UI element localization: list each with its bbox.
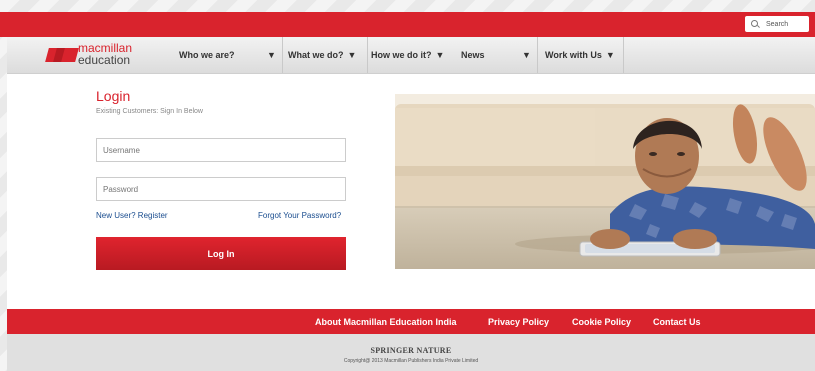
chevron-down-icon: ▼ bbox=[435, 50, 445, 60]
chevron-down-icon: ▼ bbox=[522, 50, 531, 60]
password-input[interactable] bbox=[96, 177, 346, 201]
footer-link-privacy-policy[interactable]: Privacy Policy bbox=[488, 309, 549, 334]
search-placeholder[interactable]: Search bbox=[766, 21, 788, 28]
nav-divider bbox=[623, 37, 624, 73]
springer-nature-logo: SPRINGER NATURE bbox=[370, 346, 452, 355]
logo-text-education: education bbox=[78, 53, 131, 67]
footer-link-about[interactable]: About Macmillan Education India bbox=[315, 309, 457, 334]
chevron-down-icon: ▼ bbox=[605, 50, 615, 60]
footer-bottom: SPRINGER NATURE Copyright@ 2013 Macmilla… bbox=[7, 334, 815, 371]
nav-item-how-we-do-it[interactable]: How we do it? ▼ bbox=[371, 37, 444, 73]
hero-illustration bbox=[395, 94, 815, 269]
nav-item-label: Who we are? bbox=[179, 50, 235, 60]
footer-link-contact-us[interactable]: Contact Us bbox=[653, 309, 701, 334]
main-nav: macmillan education Who we are? ▼ What w… bbox=[7, 37, 815, 74]
chevron-down-icon: ▼ bbox=[347, 50, 357, 60]
chevron-down-icon: ▼ bbox=[267, 50, 276, 60]
login-title: Login bbox=[96, 88, 131, 104]
main-content: Login Existing Customers: Sign In Below … bbox=[7, 74, 815, 309]
login-button[interactable]: Log In bbox=[96, 237, 346, 270]
top-bar: Search bbox=[0, 12, 815, 37]
username-input[interactable] bbox=[96, 138, 346, 162]
nav-item-label: Work with Us bbox=[545, 50, 602, 60]
nav-divider bbox=[537, 37, 538, 73]
nav-item-work-with-us[interactable]: Work with Us ▼ bbox=[545, 37, 615, 73]
search-icon[interactable] bbox=[751, 19, 760, 29]
nav-item-label: What we do? bbox=[288, 50, 344, 60]
macmillan-education-logo[interactable]: macmillan education bbox=[45, 42, 147, 68]
nav-item-label: How we do it? bbox=[371, 50, 432, 60]
search-box[interactable]: Search bbox=[745, 16, 809, 32]
footer-link-cookie-policy[interactable]: Cookie Policy bbox=[572, 309, 631, 334]
nav-item-news-dropdown[interactable]: ▼ bbox=[518, 37, 531, 73]
forgot-password-link[interactable]: Forgot Your Password? bbox=[258, 211, 341, 220]
hero-photo-boy-with-tablet bbox=[395, 94, 815, 269]
nav-divider bbox=[367, 37, 368, 73]
logo-mark-icon bbox=[45, 48, 79, 64]
nav-item-who-we-are[interactable]: Who we are? bbox=[179, 37, 235, 73]
nav-item-who-we-are-dropdown[interactable]: ▼ bbox=[263, 37, 276, 73]
copyright-text: Copyright@ 2013 Macmillan Publishers Ind… bbox=[343, 358, 479, 364]
register-link[interactable]: New User? Register bbox=[96, 211, 168, 220]
nav-item-label: News bbox=[461, 50, 485, 60]
login-subtitle: Existing Customers: Sign In Below bbox=[96, 108, 203, 115]
nav-item-news[interactable]: News bbox=[461, 37, 485, 73]
nav-item-what-we-do[interactable]: What we do? ▼ bbox=[288, 37, 356, 73]
nav-divider bbox=[282, 37, 283, 73]
footer-links-bar: About Macmillan Education India Privacy … bbox=[7, 309, 815, 334]
